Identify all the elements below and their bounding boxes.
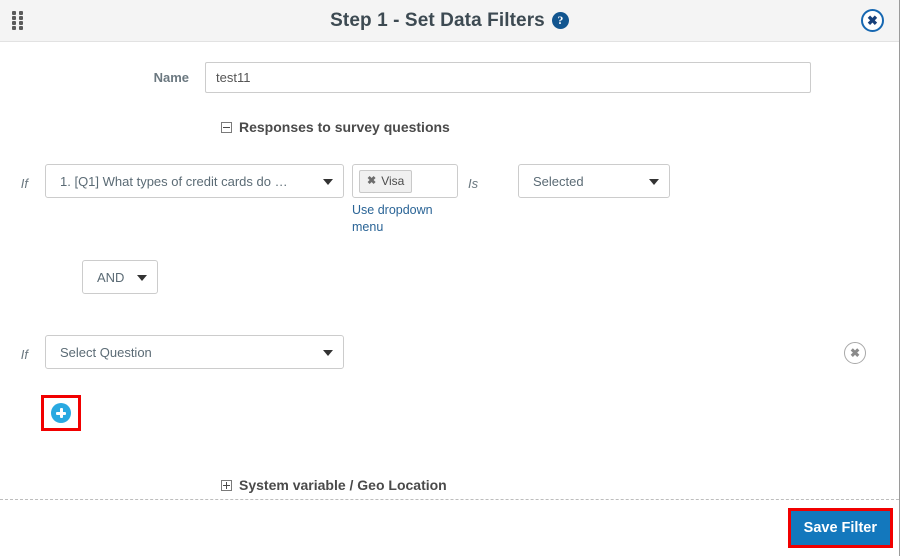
add-circle-icon bbox=[51, 403, 71, 423]
modal-body: Name Responses to survey questions If 1.… bbox=[0, 42, 899, 500]
is-label: Is bbox=[468, 176, 479, 191]
modal-header: Step 1 - Set Data Filters ? ✖ bbox=[0, 0, 899, 42]
expand-plus-icon[interactable] bbox=[221, 479, 232, 491]
operator-row: AND bbox=[0, 260, 899, 294]
section-responses-header[interactable]: Responses to survey questions bbox=[0, 119, 899, 135]
add-condition-row bbox=[0, 395, 899, 431]
answer-tagbox[interactable]: ✖ Visa bbox=[352, 164, 458, 198]
tag-chip-label: Visa bbox=[381, 174, 405, 188]
collapse-minus-icon[interactable] bbox=[221, 121, 232, 133]
drag-dot bbox=[19, 16, 23, 20]
section-system-variable-header[interactable]: System variable / Geo Location bbox=[0, 477, 899, 493]
page-title: Step 1 - Set Data Filters bbox=[330, 9, 545, 31]
drag-dot bbox=[12, 16, 16, 20]
save-filter-button[interactable]: Save Filter bbox=[790, 511, 890, 545]
help-icon[interactable]: ? bbox=[551, 12, 569, 29]
filter-row: If 1. [Q1] What types of credit cards do… bbox=[0, 164, 899, 236]
tag-remove-icon[interactable]: ✖ bbox=[367, 175, 376, 187]
drag-dot bbox=[19, 21, 23, 25]
condition-select-1-value: Selected bbox=[533, 173, 584, 189]
use-dropdown-menu-link[interactable]: Use dropdown menu bbox=[352, 202, 436, 236]
drag-dot bbox=[12, 21, 16, 25]
if-label: If bbox=[20, 347, 28, 362]
question-select-2[interactable]: Select Question bbox=[45, 335, 344, 369]
name-row: Name bbox=[0, 42, 899, 93]
question-select-2-value: Select Question bbox=[60, 344, 152, 360]
modal-footer: Save Filter bbox=[0, 499, 899, 556]
filter-row: If Select Question ✖ bbox=[0, 335, 899, 369]
question-select-1-value: 1. [Q1] What types of credit cards do … bbox=[60, 173, 288, 189]
tag-chip-visa[interactable]: ✖ Visa bbox=[359, 169, 413, 193]
section-system-variable-title: System variable / Geo Location bbox=[239, 477, 447, 493]
question-select-1[interactable]: 1. [Q1] What types of credit cards do … bbox=[45, 164, 344, 198]
if-label: If bbox=[20, 176, 28, 191]
drag-handle-icon[interactable] bbox=[12, 11, 25, 31]
drag-dot bbox=[12, 11, 16, 15]
condition-select-1[interactable]: Selected bbox=[518, 164, 670, 198]
section-responses-title: Responses to survey questions bbox=[239, 119, 450, 135]
remove-filter-row-icon[interactable]: ✖ bbox=[844, 342, 866, 364]
add-condition-button[interactable] bbox=[46, 400, 76, 426]
chevron-down-icon bbox=[323, 350, 333, 356]
operator-select-value: AND bbox=[97, 269, 125, 285]
name-label: Name bbox=[153, 70, 189, 85]
drag-dot bbox=[19, 26, 23, 30]
header-title-group: Step 1 - Set Data Filters ? bbox=[330, 10, 569, 32]
operator-select[interactable]: AND bbox=[82, 260, 158, 294]
close-icon[interactable]: ✖ bbox=[861, 9, 884, 32]
chevron-down-icon bbox=[649, 179, 659, 185]
chevron-down-icon bbox=[323, 179, 333, 185]
add-condition-highlight bbox=[41, 395, 81, 431]
drag-dot bbox=[19, 11, 23, 15]
filter-modal: Step 1 - Set Data Filters ? ✖ Name Respo… bbox=[0, 0, 900, 556]
drag-dot bbox=[12, 26, 16, 30]
save-filter-highlight: Save Filter bbox=[787, 508, 893, 548]
answer-tagbox-group: ✖ Visa Use dropdown menu bbox=[352, 164, 458, 236]
filter-name-input[interactable] bbox=[205, 62, 811, 93]
chevron-down-icon bbox=[137, 275, 147, 281]
